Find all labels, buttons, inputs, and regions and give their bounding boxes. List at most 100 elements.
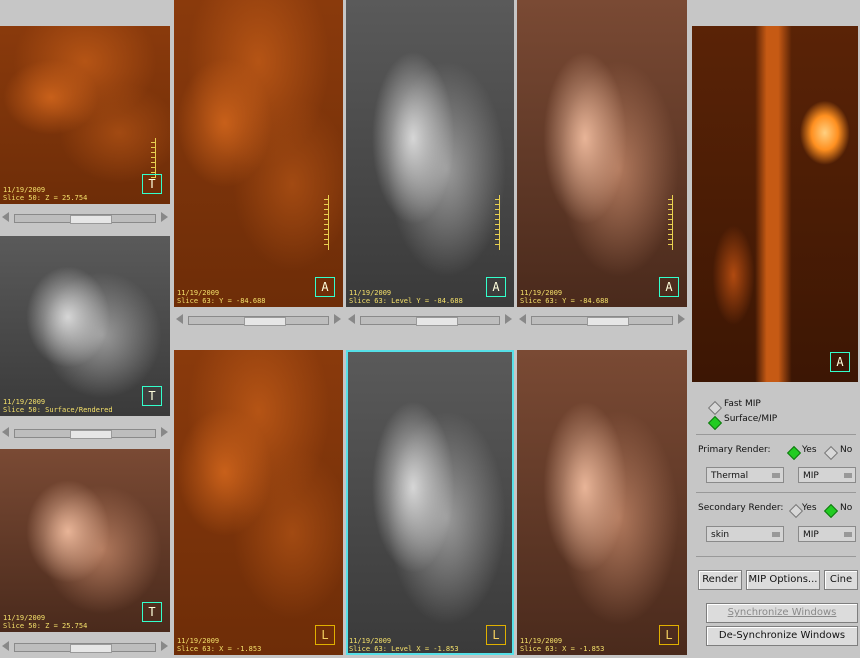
orientation-marker: A	[659, 277, 679, 297]
secondary-mode-value: MIP	[803, 530, 819, 540]
viewport-slice-info: Slice 63: Level X = -1.853	[349, 645, 459, 653]
orientation-marker: T	[142, 174, 162, 194]
scale-ruler	[147, 138, 156, 178]
coronal-fusion-viewport[interactable]: 11/19/2009 Slice 63: Y = -84.688 A	[517, 0, 687, 307]
top-fusion-slider[interactable]	[517, 313, 687, 327]
left-slider-3[interactable]	[0, 640, 170, 654]
secondary-mode-select[interactable]: MIP	[798, 526, 856, 542]
secondary-colormap-value: skin	[711, 530, 730, 540]
dropdown-icon	[772, 473, 780, 478]
primary-no-label: No	[840, 445, 853, 455]
left-slider-1[interactable]	[0, 211, 170, 225]
top-pet-slider[interactable]	[174, 313, 343, 327]
slider-thumb[interactable]	[244, 317, 286, 326]
slider-right-arrow[interactable]	[161, 212, 168, 222]
render-button[interactable]: Render	[698, 570, 742, 590]
slider-right-arrow[interactable]	[678, 314, 685, 324]
sagittal-fusion-viewport[interactable]: 11/19/2009 Slice 63: X = -1.853 L	[517, 350, 687, 655]
viewport-slice-info: Slice 50: Z = 25.754	[3, 194, 88, 202]
viewport-date: 11/19/2009	[3, 398, 46, 406]
viewport-date: 11/19/2009	[177, 289, 220, 297]
viewport-date: 11/19/2009	[177, 637, 220, 645]
desynchronize-windows-button[interactable]: De-Synchronize Windows	[706, 626, 858, 646]
secondary-no-radio[interactable]	[823, 503, 839, 519]
control-panel: Fast MIP Surface/MIP Primary Render: Yes…	[692, 390, 860, 658]
coronal-ct-viewport[interactable]: 11/19/2009 Slice 63: Level Y = -84.688 A	[346, 0, 514, 307]
viewport-date: 11/19/2009	[520, 289, 563, 297]
slider-thumb[interactable]	[70, 430, 112, 439]
mip-options-button[interactable]: MIP Options...	[746, 570, 820, 590]
slider-right-arrow[interactable]	[334, 314, 341, 324]
left-slider-2[interactable]	[0, 426, 170, 440]
scale-ruler	[664, 195, 673, 250]
orientation-marker: T	[142, 602, 162, 622]
slider-left-arrow[interactable]	[519, 314, 526, 324]
orientation-marker: L	[315, 625, 335, 645]
secondary-yes-label: Yes	[802, 503, 817, 513]
scale-ruler	[491, 195, 500, 250]
synchronize-windows-button[interactable]: Synchronize Windows	[706, 603, 858, 623]
orientation-marker: L	[486, 625, 506, 645]
orientation-marker: L	[659, 625, 679, 645]
primary-yes-label: Yes	[802, 445, 817, 455]
sagittal-ct-viewport[interactable]: 11/19/2009 Slice 63: Level X = -1.853 L	[346, 350, 514, 655]
cine-button[interactable]: Cine	[824, 570, 858, 590]
viewport-date: 11/19/2009	[3, 614, 46, 622]
secondary-yes-radio[interactable]	[788, 503, 804, 519]
surface-mip-label: Surface/MIP	[724, 414, 778, 424]
viewport-date: 11/19/2009	[520, 637, 563, 645]
secondary-no-label: No	[840, 503, 853, 513]
primary-no-radio[interactable]	[823, 445, 839, 461]
orientation-marker: T	[142, 386, 162, 406]
fast-mip-radio[interactable]	[707, 400, 723, 416]
orientation-marker: A	[315, 277, 335, 297]
fast-mip-label: Fast MIP	[724, 399, 761, 409]
dropdown-icon	[844, 532, 852, 537]
slider-left-arrow[interactable]	[348, 314, 355, 324]
slider-right-arrow[interactable]	[505, 314, 512, 324]
scale-ruler	[320, 195, 329, 250]
slider-right-arrow[interactable]	[161, 641, 168, 651]
sagittal-pet-viewport[interactable]: 11/19/2009 Slice 63: X = -1.853 L	[174, 350, 343, 655]
slider-thumb[interactable]	[587, 317, 629, 326]
divider	[696, 434, 856, 435]
slider-thumb[interactable]	[70, 215, 112, 224]
left-viewport-2[interactable]: 11/19/2009 Slice 50: Surface/Rendered T	[0, 236, 170, 416]
primary-colormap-value: Thermal	[711, 471, 749, 481]
divider	[696, 492, 856, 493]
viewport-slice-info: Slice 63: Y = -84.688	[520, 297, 609, 305]
primary-colormap-select[interactable]: Thermal	[706, 467, 784, 483]
dropdown-icon	[844, 473, 852, 478]
primary-render-label: Primary Render:	[698, 445, 771, 455]
dropdown-icon	[772, 532, 780, 537]
slider-thumb[interactable]	[70, 644, 112, 653]
slider-right-arrow[interactable]	[161, 427, 168, 437]
slider-left-arrow[interactable]	[2, 641, 9, 651]
left-viewport-3[interactable]: 11/19/2009 Slice 50: Z = 25.754 T	[0, 449, 170, 632]
viewport-slice-info: Slice 63: X = -1.853	[520, 645, 605, 653]
primary-mode-value: MIP	[803, 471, 819, 481]
viewport-date: 11/19/2009	[3, 186, 46, 194]
slider-left-arrow[interactable]	[2, 212, 9, 222]
slider-thumb[interactable]	[416, 317, 458, 326]
viewport-date: 11/19/2009	[349, 289, 392, 297]
viewport-slice-info: Slice 63: Level Y = -84.688	[349, 297, 463, 305]
viewport-slice-info: Slice 50: Z = 25.754	[3, 622, 88, 630]
orientation-marker: A	[830, 352, 850, 372]
orientation-marker: A	[486, 277, 506, 297]
viewport-slice-info: Slice 63: Y = -84.688	[177, 297, 266, 305]
divider	[696, 556, 856, 557]
viewport-slice-info: Slice 50: Surface/Rendered	[3, 406, 113, 414]
top-ct-slider[interactable]	[346, 313, 514, 327]
surface-mip-radio[interactable]	[707, 415, 723, 431]
primary-yes-radio[interactable]	[786, 445, 802, 461]
slider-left-arrow[interactable]	[2, 427, 9, 437]
slider-left-arrow[interactable]	[176, 314, 183, 324]
mip-viewport[interactable]: A	[692, 26, 858, 382]
coronal-pet-viewport[interactable]: 11/19/2009 Slice 63: Y = -84.688 A	[174, 0, 343, 307]
primary-mode-select[interactable]: MIP	[798, 467, 856, 483]
secondary-render-label: Secondary Render:	[698, 503, 784, 513]
secondary-colormap-select[interactable]: skin	[706, 526, 784, 542]
viewport-slice-info: Slice 63: X = -1.853	[177, 645, 262, 653]
left-viewport-1[interactable]: 11/19/2009 Slice 50: Z = 25.754 T	[0, 26, 170, 204]
